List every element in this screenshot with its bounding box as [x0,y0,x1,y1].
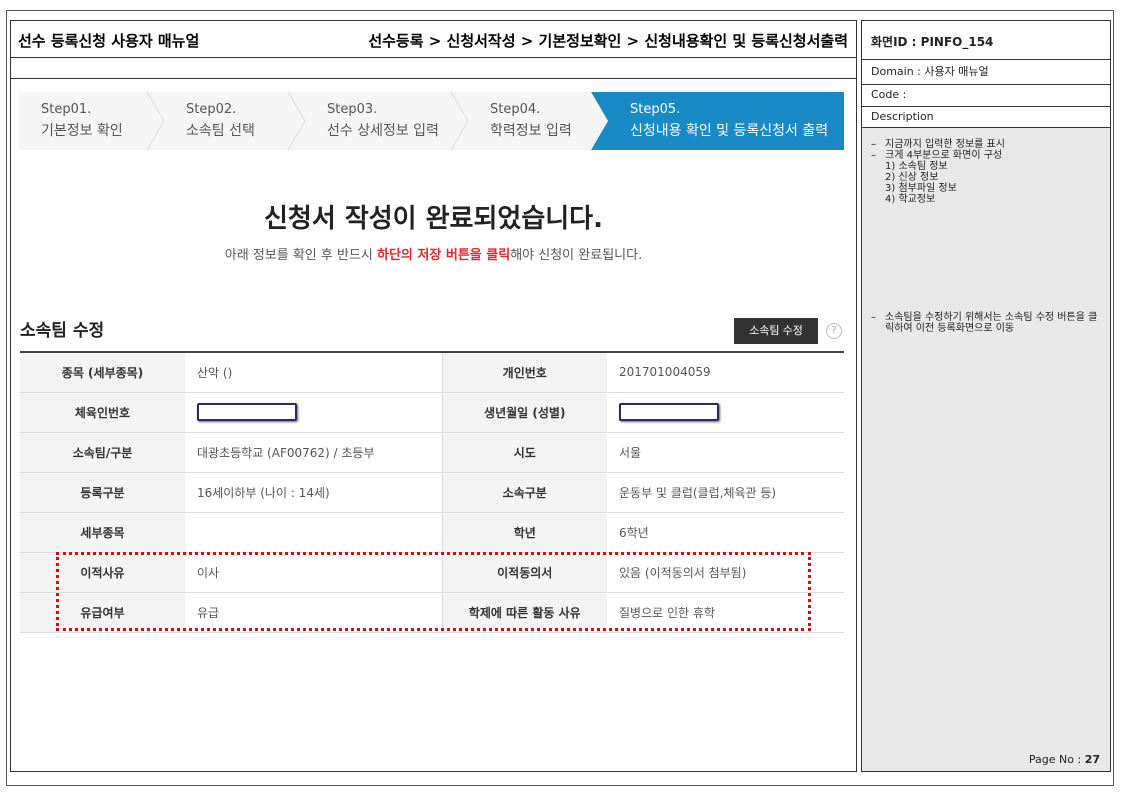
breadcrumb: 선수등록 > 신청서작성 > 기본정보확인 > 신청내용확인 및 등록신청서출력 [368,32,848,50]
table-row: 등록구분 16세이하부 (나이 : 14세) 소속구분 운동부 및 클럽(클럽,… [20,472,844,512]
highlight-box [56,552,811,631]
row-header: 체육인번호 [20,392,185,432]
chevron-separator [450,92,469,150]
page-label: Page No : [1028,753,1082,766]
row-value: 산악 () [185,352,443,392]
chevron-separator [146,92,165,150]
row-value [185,392,443,432]
section-title: 소속팀 수정 [20,321,105,341]
subheader-divider [11,58,856,79]
completion-title: 신청서 작성이 완료되었습니다. [264,204,603,234]
row-value: 6학년 [619,525,649,540]
masked-field [619,403,719,421]
masked-field [197,403,297,421]
row-header: 생년월일 (성별) [442,392,607,432]
document-header: 선수 등록신청 사용자 매뉴얼 선수등록 > 신청서작성 > 기본정보확인 > … [11,21,856,58]
description-label: Description [862,107,1110,128]
note-item: – 지금까지 입력한 정보를 표시 [871,139,1005,150]
screen-id: 화면ID : PINFO_154 [862,21,1110,60]
row-header: 시도 [442,432,607,472]
domain-field: Domain : 사용자 매뉴얼 [862,60,1110,85]
description-notes: – 지금까지 입력한 정보를 표시 – 크게 4부분으로 화면이 구성 1) 소속팀… [871,139,1103,205]
row-value: 운동부 및 클럽(클럽,체육관 등) [619,485,777,500]
step-bar: Step01. 기본정보 확인 Step02. 소속팀 선택 Step03. 선… [19,92,844,150]
row-header: 세부종목 [20,512,185,552]
completion-message: 아래 정보를 확인 후 반드시 하단의 저장 버튼을 클릭해야 신청이 완료됩니… [11,244,856,263]
table-row: 소속팀/구분 대광초등학교 (AF00762) / 초등부 시도 서울 [20,432,844,472]
table-row: 세부종목 학년 6학년 [20,512,844,552]
message-text: 해야 신청이 완료됩니다. [510,248,643,263]
row-value [607,392,844,432]
row-value: 16세이하부 (나이 : 14세) [185,472,443,512]
note-subitem: 4) 학교정보 [885,194,936,205]
row-header: 소속팀/구분 [20,432,185,472]
step-chevrons [146,92,608,150]
code-field: Code : [862,85,1110,107]
manual-title: 선수 등록신청 사용자 매뉴얼 [18,32,200,50]
message-text: 아래 정보를 확인 후 반드시 [224,248,378,263]
row-value: 대광초등학교 (AF00762) / 초등부 [185,432,443,472]
note-subitem: 1) 소속팀 정보 [885,161,948,172]
row-value [185,512,443,552]
row-header: 종목 (세부종목) [20,352,185,392]
row-header: 학년 [442,512,607,552]
page-value: 27 [1084,753,1100,766]
message-emphasis: 하단의 저장 버튼을 클릭 [377,248,511,263]
note-subitem: 3) 첨부파일 정보 [885,183,957,194]
note-item: – 소속팀을 수정하기 위해서는 소속팀 수정 버튼을 클릭하여 이전 등록화면으… [871,312,1103,334]
note-text: 지금까지 입력한 정보를 표시 [885,139,1005,150]
table-row: 체육인번호 생년월일 (성별) [20,392,844,432]
page-number: Page No : 27 [1029,753,1100,766]
note-text: 소속팀을 수정하기 위해서는 소속팀 수정 버튼을 클릭하여 이전 등록화면으로… [885,312,1098,334]
edit-team-button[interactable]: 소속팀 수정 [734,318,818,344]
table-row: 종목 (세부종목) 산악 () 개인번호 201701004059 [20,352,844,392]
row-header: 소속구분 [442,472,607,512]
note-item: – 크게 4부분으로 화면이 구성 [871,150,1003,161]
note-subitem: 2) 신상 정보 [885,172,939,183]
help-icon[interactable]: ? [826,323,842,339]
row-header: 등록구분 [20,472,185,512]
document-panel: 선수 등록신청 사용자 매뉴얼 선수등록 > 신청서작성 > 기본정보확인 > … [10,20,857,772]
note-text: 크게 4부분으로 화면이 구성 [885,150,1003,161]
row-value: 201701004059 [619,365,711,380]
row-header: 개인번호 [442,352,607,392]
chevron-separator [287,92,306,150]
row-value: 서울 [619,445,642,460]
spec-panel: 화면ID : PINFO_154 Domain : 사용자 매뉴얼 Code :… [861,20,1111,772]
